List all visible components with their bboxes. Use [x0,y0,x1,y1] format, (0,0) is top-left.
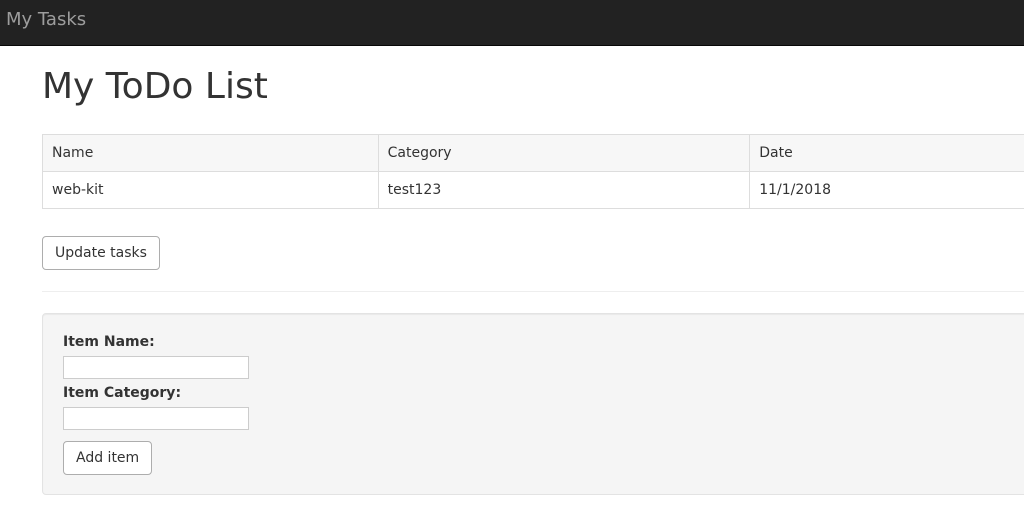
cell-date: 11/1/2018 [749,171,1024,209]
add-item-button[interactable]: Add item [63,441,153,475]
cell-name: web-kit [42,171,379,209]
tasks-table: Name Category Date web-kit test123 11/1/… [42,134,1024,209]
add-item-form: Item Name: Item Category: Add item [42,313,1024,495]
update-tasks-button[interactable]: Update tasks [42,236,160,270]
top-navbar: My Tasks [0,0,1024,46]
item-category-label: Item Category: [63,385,182,401]
table-header-row: Name Category Date [42,134,1024,172]
item-name-label: Item Name: [63,334,155,350]
navbar-brand[interactable]: My Tasks [6,9,86,31]
table-row: web-kit test123 11/1/2018 [42,171,1024,209]
page-title: My ToDo List [42,66,268,107]
item-category-input[interactable] [63,407,249,430]
column-header-date: Date [749,134,1024,172]
column-header-category: Category [377,134,751,172]
column-header-name: Name [42,134,379,172]
cell-category: test123 [377,171,751,209]
section-divider [42,291,1024,292]
item-name-input[interactable] [63,356,249,379]
